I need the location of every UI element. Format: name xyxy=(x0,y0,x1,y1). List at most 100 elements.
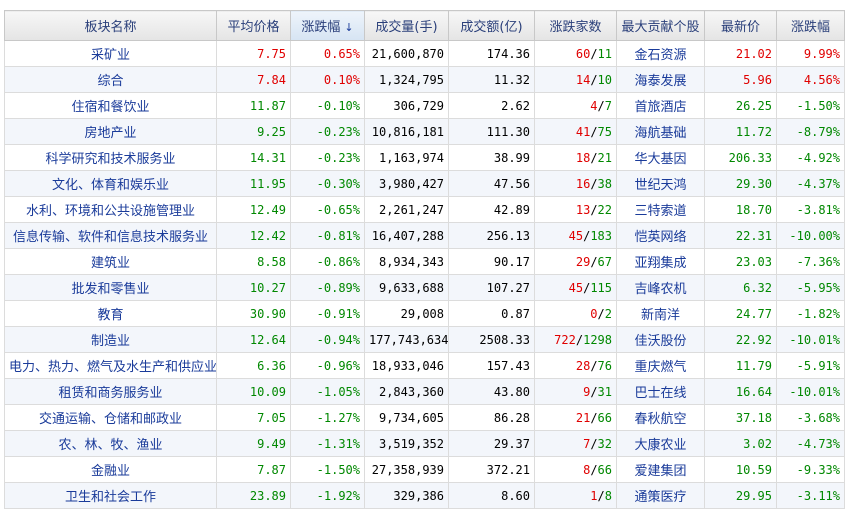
avg-price-cell: 12.64 xyxy=(216,326,291,353)
volume-cell: 177,743,634 xyxy=(364,326,449,353)
top-stock-link[interactable]: 三特索道 xyxy=(616,196,705,223)
sector-name-link[interactable]: 租赁和商务服务业 xyxy=(4,378,217,405)
table-row[interactable]: 采矿业 7.75 0.65% 21,600,870 174.36 60/11 金石资源 21.… xyxy=(4,40,845,67)
sector-name-link[interactable]: 金融业 xyxy=(4,456,217,483)
table-row[interactable]: 住宿和餐饮业 11.87 -0.10% 306,729 2.62 4/7 首旅酒店 26.25… xyxy=(4,92,845,119)
col-header-top-stock[interactable]: 最大贡献个股 xyxy=(616,10,705,41)
table-row[interactable]: 卫生和社会工作 23.89 -1.92% 329,386 8.60 1/8 通策医疗 29.9… xyxy=(4,482,845,509)
amount-cell: 107.27 xyxy=(448,274,535,301)
table-row[interactable]: 租赁和商务服务业 10.09 -1.05% 2,843,360 43.80 9/31 巴士在… xyxy=(4,378,845,405)
separator: / xyxy=(590,202,598,217)
col-header-up-down[interactable]: 涨跌家数 xyxy=(534,10,617,41)
last-price-cell: 26.25 xyxy=(704,92,777,119)
avg-price-cell: 11.95 xyxy=(216,170,291,197)
volume-cell: 9,734,605 xyxy=(364,404,449,431)
col-header-avg-price[interactable]: 平均价格 xyxy=(216,10,291,41)
separator: / xyxy=(590,462,598,477)
sector-name-link[interactable]: 住宿和餐饮业 xyxy=(4,92,217,119)
table-row[interactable]: 电力、热力、燃气及水生产和供应业 6.36 -0.96% 18,933,046 157.… xyxy=(4,352,845,379)
sector-name-link[interactable]: 科学研究和技术服务业 xyxy=(4,144,217,171)
top-stock-link[interactable]: 华大基因 xyxy=(616,144,705,171)
volume-cell: 1,163,974 xyxy=(364,144,449,171)
separator: / xyxy=(590,436,598,451)
table-row[interactable]: 房地产业 9.25 -0.23% 10,816,181 111.30 41/75 海航基础 1… xyxy=(4,118,845,145)
sector-table: 板块名称 平均价格 涨跌幅 ↓ 成交量(手) 成交额(亿) 涨跌家数 最大贡献个股… xyxy=(4,10,845,509)
up-count: 29 xyxy=(575,254,591,269)
up-down-cell: 45/183 xyxy=(534,222,617,249)
sector-name-link[interactable]: 农、林、牧、渔业 xyxy=(4,430,217,457)
amount-cell: 47.56 xyxy=(448,170,535,197)
top-stock-link[interactable]: 海航基础 xyxy=(616,118,705,145)
top-stock-link[interactable]: 巴士在线 xyxy=(616,378,705,405)
down-count: 10 xyxy=(597,72,612,87)
separator: / xyxy=(590,72,598,87)
sector-name-link[interactable]: 卫生和社会工作 xyxy=(4,482,217,509)
col-header-change-pct[interactable]: 涨跌幅 ↓ xyxy=(290,10,365,41)
sector-name-link[interactable]: 文化、体育和娱乐业 xyxy=(4,170,217,197)
sector-name-link[interactable]: 信息传输、软件和信息技术服务业 xyxy=(4,222,217,249)
separator: / xyxy=(597,306,605,321)
table-row[interactable]: 建筑业 8.58 -0.86% 8,934,343 90.17 29/67 亚翔集成 23.0… xyxy=(4,248,845,275)
table-row[interactable]: 金融业 7.87 -1.50% 27,358,939 372.21 8/66 爱建集团 10.… xyxy=(4,456,845,483)
stock-change-cell: -10.00% xyxy=(776,222,845,249)
table-row[interactable]: 水利、环境和公共设施管理业 12.49 -0.65% 2,261,247 42.89 13… xyxy=(4,196,845,223)
up-down-cell: 8/66 xyxy=(534,456,617,483)
amount-cell: 2.62 xyxy=(448,92,535,119)
sector-name-link[interactable]: 水利、环境和公共设施管理业 xyxy=(4,196,217,223)
amount-cell: 157.43 xyxy=(448,352,535,379)
change-pct-cell: -0.23% xyxy=(290,144,365,171)
top-stock-link[interactable]: 恺英网络 xyxy=(616,222,705,249)
amount-cell: 0.87 xyxy=(448,300,535,327)
up-down-cell: 21/66 xyxy=(534,404,617,431)
table-row[interactable]: 农、林、牧、渔业 9.49 -1.31% 3,519,352 29.37 7/32 大康农业… xyxy=(4,430,845,457)
top-stock-link[interactable]: 爱建集团 xyxy=(616,456,705,483)
table-row[interactable]: 交通运输、仓储和邮政业 7.05 -1.27% 9,734,605 86.28 21/66… xyxy=(4,404,845,431)
sector-name-link[interactable]: 电力、热力、燃气及水生产和供应业 xyxy=(4,352,217,379)
table-row[interactable]: 制造业 12.64 -0.94% 177,743,634 2508.33 722/1298… xyxy=(4,326,845,353)
col-header-change-pct-label: 涨跌幅 xyxy=(301,20,341,35)
up-count: 0 xyxy=(590,306,598,321)
sector-name-link[interactable]: 交通运输、仓储和邮政业 xyxy=(4,404,217,431)
sector-name-link[interactable]: 建筑业 xyxy=(4,248,217,275)
amount-cell: 174.36 xyxy=(448,40,535,67)
table-row[interactable]: 科学研究和技术服务业 14.31 -0.23% 1,163,974 38.99 18/21… xyxy=(4,144,845,171)
sector-name-link[interactable]: 采矿业 xyxy=(4,40,217,67)
top-stock-link[interactable]: 新南洋 xyxy=(616,300,705,327)
amount-cell: 256.13 xyxy=(448,222,535,249)
sector-name-link[interactable]: 教育 xyxy=(4,300,217,327)
last-price-cell: 11.79 xyxy=(704,352,777,379)
top-stock-link[interactable]: 首旅酒店 xyxy=(616,92,705,119)
sector-name-link[interactable]: 综合 xyxy=(4,66,217,93)
table-row[interactable]: 教育 30.90 -0.91% 29,008 0.87 0/2 新南洋 24.77 -1.82% xyxy=(4,300,845,327)
col-header-volume[interactable]: 成交量(手) xyxy=(364,10,449,41)
top-stock-link[interactable]: 佳沃股份 xyxy=(616,326,705,353)
col-header-last-price[interactable]: 最新价 xyxy=(704,10,777,41)
top-stock-link[interactable]: 吉峰农机 xyxy=(616,274,705,301)
top-stock-link[interactable]: 亚翔集成 xyxy=(616,248,705,275)
table-row[interactable]: 信息传输、软件和信息技术服务业 12.42 -0.81% 16,407,288 256.… xyxy=(4,222,845,249)
stock-change-cell: -8.79% xyxy=(776,118,845,145)
avg-price-cell: 11.87 xyxy=(216,92,291,119)
top-stock-link[interactable]: 世纪天鸿 xyxy=(616,170,705,197)
top-stock-link[interactable]: 海泰发展 xyxy=(616,66,705,93)
top-stock-link[interactable]: 大康农业 xyxy=(616,430,705,457)
stock-change-cell: 9.99% xyxy=(776,40,845,67)
sector-name-link[interactable]: 制造业 xyxy=(4,326,217,353)
col-header-amount[interactable]: 成交额(亿) xyxy=(448,10,535,41)
sector-name-link[interactable]: 批发和零售业 xyxy=(4,274,217,301)
down-count: 75 xyxy=(597,124,612,139)
top-stock-link[interactable]: 金石资源 xyxy=(616,40,705,67)
table-row[interactable]: 文化、体育和娱乐业 11.95 -0.30% 3,980,427 47.56 16/38 世… xyxy=(4,170,845,197)
col-header-stock-change[interactable]: 涨跌幅 xyxy=(776,10,845,41)
up-down-cell: 18/21 xyxy=(534,144,617,171)
table-row[interactable]: 批发和零售业 10.27 -0.89% 9,633,688 107.27 45/115 吉峰… xyxy=(4,274,845,301)
table-row[interactable]: 综合 7.84 0.10% 1,324,795 11.32 14/10 海泰发展 5.96 4.… xyxy=(4,66,845,93)
top-stock-link[interactable]: 重庆燃气 xyxy=(616,352,705,379)
last-price-cell: 206.33 xyxy=(704,144,777,171)
top-stock-link[interactable]: 通策医疗 xyxy=(616,482,705,509)
amount-cell: 90.17 xyxy=(448,248,535,275)
col-header-name[interactable]: 板块名称 xyxy=(4,10,217,41)
sector-name-link[interactable]: 房地产业 xyxy=(4,118,217,145)
last-price-cell: 11.72 xyxy=(704,118,777,145)
top-stock-link[interactable]: 春秋航空 xyxy=(616,404,705,431)
